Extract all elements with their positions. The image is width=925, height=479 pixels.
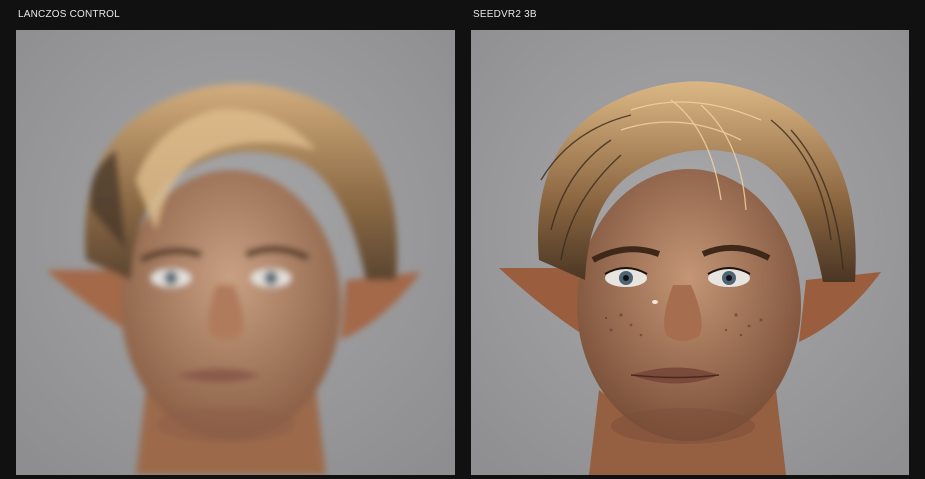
portrait-image-seedvr2[interactable]	[471, 30, 909, 475]
portrait-image-lanczos-graphic	[16, 30, 455, 475]
portrait-image-seedvr2-graphic	[471, 30, 909, 475]
comparison-view: LANCZOS CONTROL SEEDVR2 3B	[0, 0, 925, 479]
portrait-image-lanczos[interactable]	[16, 30, 455, 475]
panel-label: LANCZOS CONTROL	[18, 9, 120, 20]
panel-label: SEEDVR2 3B	[473, 9, 537, 20]
